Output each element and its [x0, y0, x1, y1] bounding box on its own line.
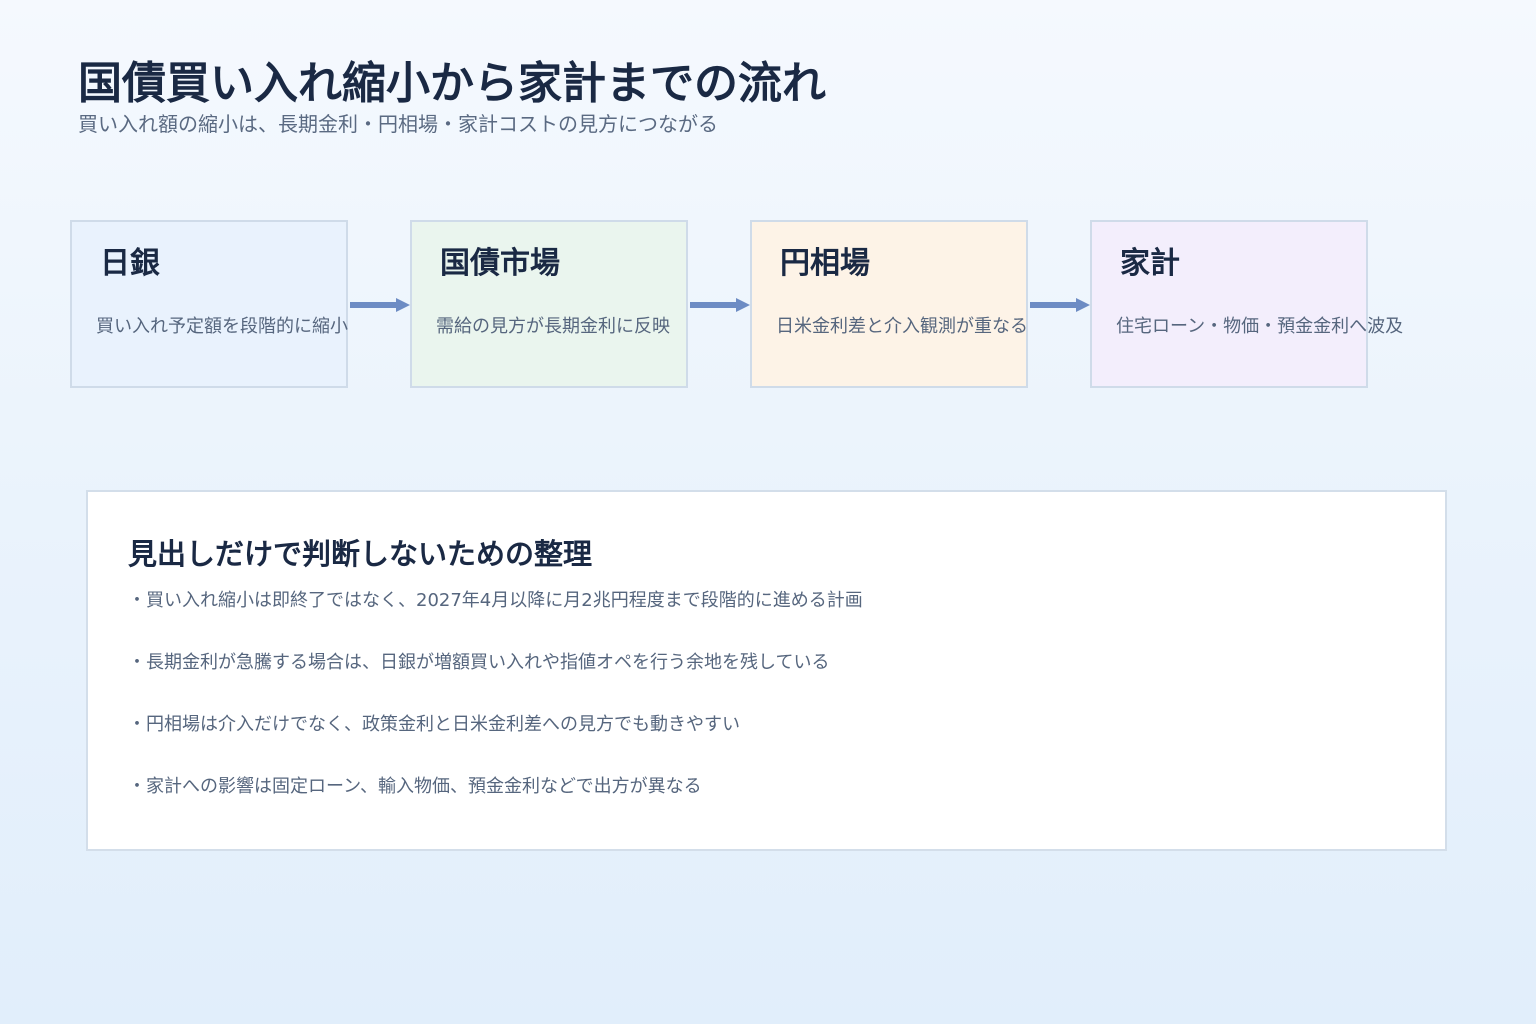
- flow-node-title: 家計: [1120, 246, 1180, 281]
- flow-node-title: 日銀: [100, 246, 160, 281]
- notes-panel: 見出しだけで判断しないための整理 ・買い入れ縮小は即終了ではなく、2027年4月…: [86, 490, 1447, 851]
- flow-node-description: 買い入れ予定額を段階的に縮小: [96, 316, 348, 337]
- page-subtitle: 買い入れ額の縮小は、長期金利・円相場・家計コストの見方につながる: [78, 112, 718, 136]
- flow-node-title: 国債市場: [440, 246, 560, 281]
- flow-node-description: 住宅ローン・物価・預金金利へ波及: [1116, 316, 1404, 337]
- note-item: ・買い入れ縮小は即終了ではなく、2027年4月以降に月2兆円程度まで段階的に進め…: [128, 590, 863, 611]
- note-item: ・円相場は介入だけでなく、政策金利と日米金利差への見方でも動きやすい: [128, 714, 740, 735]
- flow-arrow-right-icon: [1030, 298, 1090, 312]
- note-item: ・家計への影響は固定ローン、輸入物価、預金金利などで出方が異なる: [128, 776, 702, 797]
- flow-node-bond-market: 国債市場 需給の見方が長期金利に反映: [410, 220, 688, 388]
- notes-title: 見出しだけで判断しないための整理: [128, 537, 593, 571]
- note-item: ・長期金利が急騰する場合は、日銀が増額買い入れや指値オペを行う余地を残している: [128, 652, 830, 673]
- flow-node-description: 需給の見方が長期金利に反映: [436, 316, 670, 337]
- flow-node-yen-rate: 円相場 日米金利差と介入観測が重なる: [750, 220, 1028, 388]
- flow-node-title: 円相場: [780, 246, 870, 281]
- flow-arrow-right-icon: [690, 298, 750, 312]
- page-title: 国債買い入れ縮小から家計までの流れ: [78, 58, 826, 109]
- flow-node-description: 日米金利差と介入観測が重なる: [776, 316, 1028, 337]
- flow-node-household: 家計 住宅ローン・物価・預金金利へ波及: [1090, 220, 1403, 388]
- flow-arrow-right-icon: [350, 298, 410, 312]
- flow-node-boj: 日銀 買い入れ予定額を段階的に縮小: [70, 220, 348, 388]
